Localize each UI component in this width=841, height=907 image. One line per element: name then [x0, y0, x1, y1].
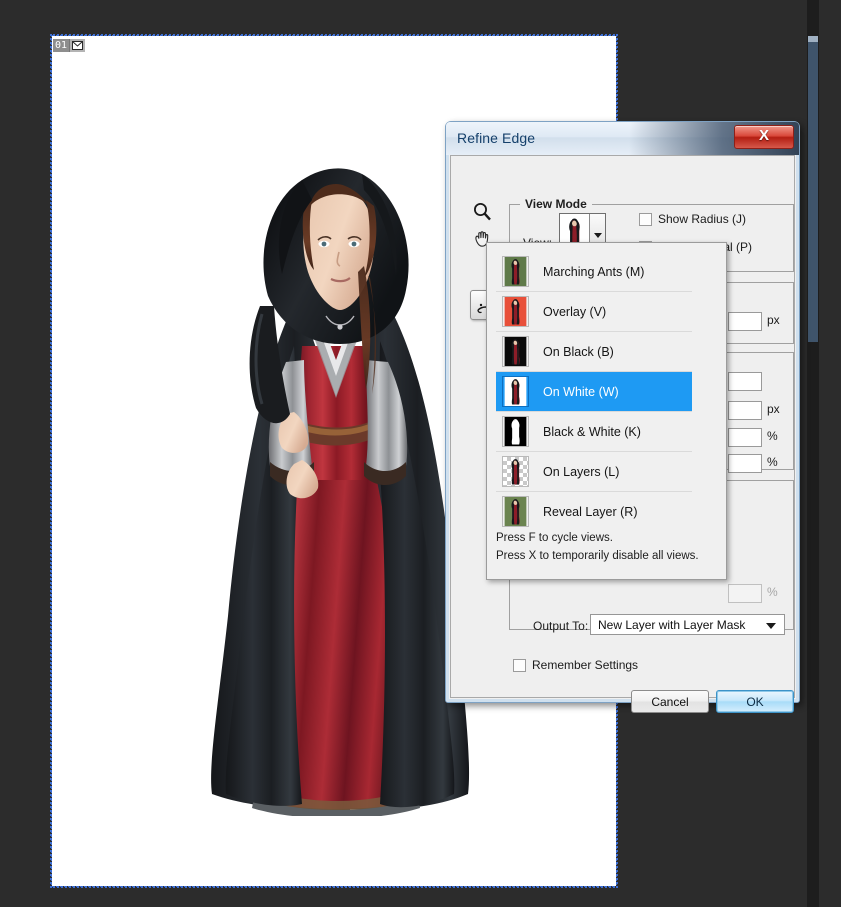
view-mode-option-label: On White (W) [543, 385, 619, 399]
document-tab-marker[interactable]: 01 [53, 39, 85, 52]
view-mode-hint-text: Press F to cycle views. [496, 529, 716, 547]
view-mode-option-thumbnail-icon [502, 256, 529, 287]
view-mode-option-thumbnail-icon [502, 456, 529, 487]
smooth-input[interactable] [728, 372, 762, 391]
view-mode-option-black-white[interactable]: Black & White (K) [496, 412, 692, 452]
view-mode-hint-text: Press X to temporarily disable all views… [496, 547, 716, 565]
show-radius-checkbox[interactable]: Show Radius (J) [639, 212, 746, 226]
view-mode-option-thumbnail-icon [502, 376, 529, 407]
view-mode-option-label: Reveal Layer (R) [543, 505, 637, 519]
decontaminate-amount-input[interactable] [728, 584, 762, 603]
view-mode-option-overlay[interactable]: Overlay (V) [496, 292, 692, 332]
workspace-vertical-scrollbar[interactable] [807, 0, 819, 907]
view-mode-option-list: Marching Ants (M) Overlay (V) On Black (B)… [496, 252, 692, 531]
dialog-title: Refine Edge [457, 130, 535, 146]
radius-unit-label: px [767, 313, 780, 327]
close-button[interactable]: X [734, 125, 794, 149]
close-icon: X [735, 126, 793, 148]
view-mode-option-thumbnail-icon [502, 496, 529, 527]
scrollbar-thumb[interactable] [808, 36, 818, 342]
chevron-down-icon [766, 623, 776, 629]
feather-unit-label: px [767, 402, 780, 416]
image-thumbnail-icon [69, 39, 85, 52]
view-mode-option-marching-ants[interactable]: Marching Ants (M) [496, 252, 692, 292]
view-mode-hints: Press F to cycle views.Press X to tempor… [496, 529, 716, 565]
view-mode-option-on-white[interactable]: On White (W) [496, 372, 692, 412]
shift-edge-unit-label: % [767, 455, 778, 469]
view-mode-option-label: On Black (B) [543, 345, 614, 359]
document-tab-number: 01 [53, 39, 69, 52]
view-mode-legend: View Mode [520, 197, 592, 211]
view-mode-option-thumbnail-icon [502, 296, 529, 327]
remember-settings-checkbox[interactable]: Remember Settings [513, 658, 638, 672]
checkbox-box [513, 659, 526, 672]
photoshop-workspace: 01 Refine Edge X [0, 0, 841, 907]
shift-edge-input[interactable] [728, 454, 762, 473]
view-mode-option-label: Black & White (K) [543, 425, 641, 439]
contrast-input[interactable] [728, 428, 762, 447]
view-mode-option-on-black[interactable]: On Black (B) [496, 332, 692, 372]
output-to-value: New Layer with Layer Mask [598, 618, 745, 632]
view-mode-option-on-layers[interactable]: On Layers (L) [496, 452, 692, 492]
view-mode-option-label: Overlay (V) [543, 305, 606, 319]
zoom-tool-icon[interactable] [469, 198, 495, 224]
view-mode-option-thumbnail-icon [502, 336, 529, 367]
radius-input[interactable] [728, 312, 762, 331]
decontaminate-unit-label: % [767, 585, 778, 599]
view-mode-option-label: Marching Ants (M) [543, 265, 644, 279]
view-mode-option-reveal-layer[interactable]: Reveal Layer (R) [496, 492, 692, 531]
contrast-unit-label: % [767, 429, 778, 443]
feather-input[interactable] [728, 401, 762, 420]
view-mode-dropdown-popup: Marching Ants (M) Overlay (V) On Black (B)… [486, 242, 727, 580]
view-mode-option-thumbnail-icon [502, 416, 529, 447]
ok-button[interactable]: OK [716, 690, 794, 713]
view-mode-option-label: On Layers (L) [543, 465, 619, 479]
checkbox-box [639, 213, 652, 226]
output-to-combo[interactable]: New Layer with Layer Mask [590, 614, 785, 635]
output-to-label: Output To: [533, 619, 588, 633]
show-radius-label: Show Radius (J) [658, 212, 746, 226]
dialog-titlebar[interactable]: Refine Edge X [446, 122, 799, 155]
cancel-button[interactable]: Cancel [631, 690, 709, 713]
remember-settings-label: Remember Settings [532, 658, 638, 672]
